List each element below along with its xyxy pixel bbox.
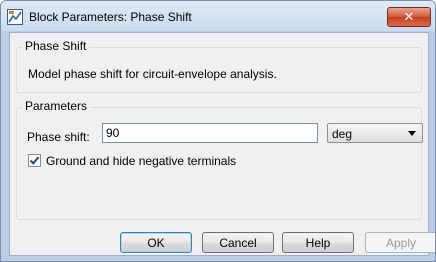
chevron-down-icon (408, 131, 416, 136)
description-group: Phase Shift Model phase shift for circui… (16, 39, 422, 93)
parameters-group: Parameters Phase shift: deg Ground and h… (16, 99, 423, 220)
simulink-block-icon (7, 9, 23, 25)
ok-button[interactable]: OK (120, 232, 192, 253)
ground-hide-checkbox-label[interactable]: Ground and hide negative terminals (46, 154, 236, 168)
window-title: Block Parameters: Phase Shift (29, 10, 192, 24)
phase-shift-input[interactable] (102, 123, 318, 143)
phase-shift-label: Phase shift: (27, 130, 90, 144)
phase-shift-unit-dropdown[interactable]: deg (327, 123, 423, 143)
parameters-group-title: Parameters (22, 99, 91, 113)
block-description: Model phase shift for circuit-envelope a… (28, 67, 277, 81)
description-group-title: Phase Shift (22, 39, 90, 53)
block-parameters-dialog: Block Parameters: Phase Shift ✕ Phase Sh… (0, 0, 436, 262)
phase-shift-unit-value: deg (332, 127, 353, 141)
dialog-body: Phase Shift Model phase shift for circui… (9, 32, 435, 256)
check-mark-icon (29, 156, 40, 165)
close-icon: ✕ (403, 9, 415, 25)
help-button[interactable]: Help (282, 232, 354, 253)
title-bar[interactable]: Block Parameters: Phase Shift ✕ (1, 1, 435, 31)
cancel-button[interactable]: Cancel (202, 232, 274, 253)
close-button[interactable]: ✕ (387, 7, 431, 27)
apply-button[interactable]: Apply (365, 232, 435, 253)
ground-hide-checkbox[interactable] (28, 154, 41, 167)
